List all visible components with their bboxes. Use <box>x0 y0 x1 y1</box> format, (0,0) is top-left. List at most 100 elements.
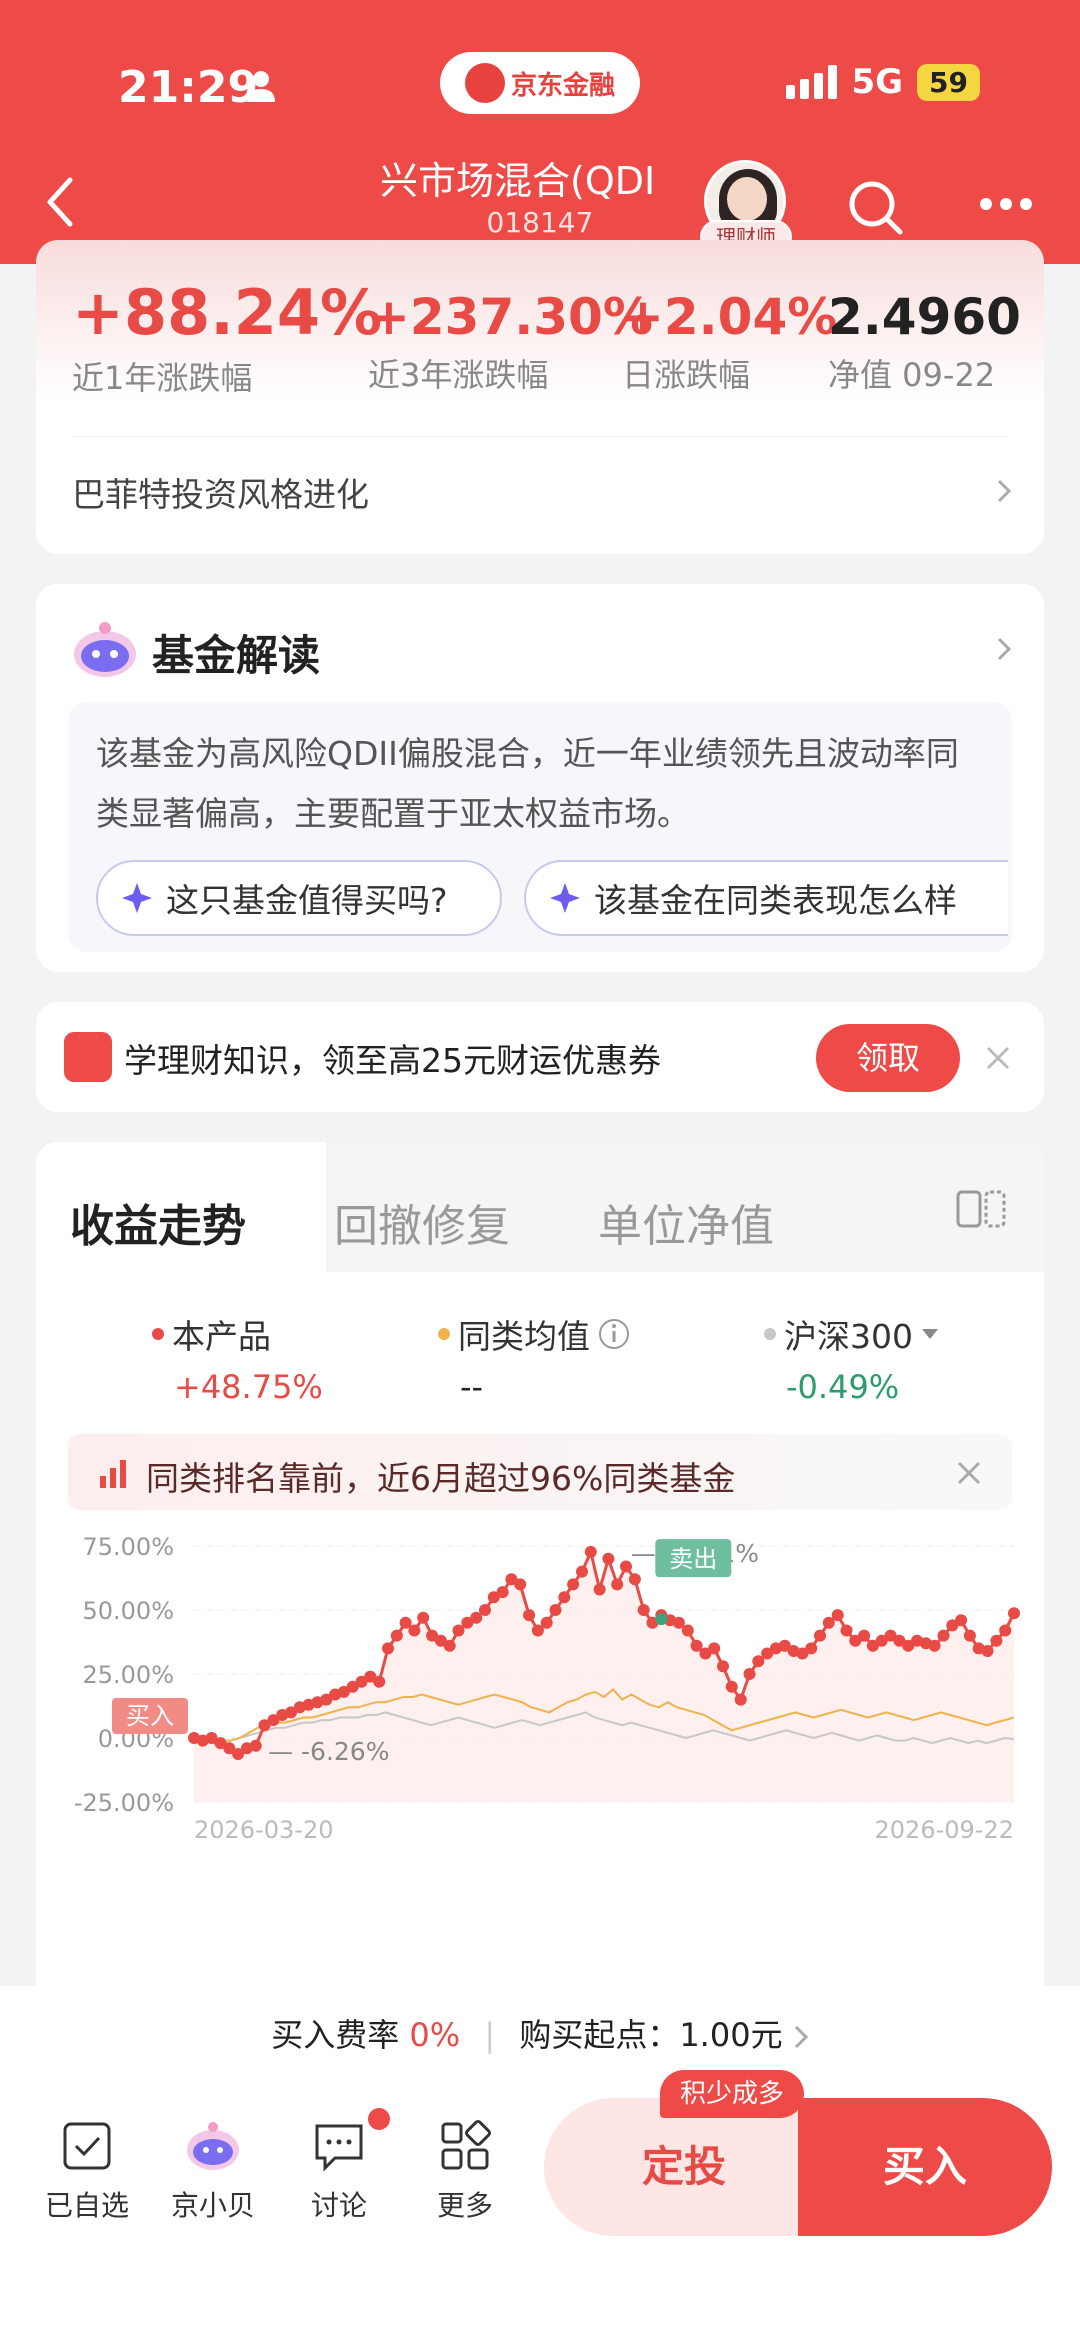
fee-row[interactable]: 买入费率 0% | 购买起点：1.00元 <box>0 2010 1080 2056</box>
investment-style-row[interactable]: 巴菲特投资风格进化 <box>72 468 1008 516</box>
data-point <box>611 1578 624 1591</box>
fund-code: 018147 <box>486 206 594 239</box>
brand-name: 京东金融 <box>510 70 615 101</box>
bottom-bar: 买入费率 0% | 购买起点：1.00元 已自选 京小贝 讨论 更多 定投 买入… <box>0 1986 1080 2348</box>
chevron-right-icon[interactable] <box>994 634 1014 664</box>
tab-drawdown-repair[interactable]: 回撤修复 <box>334 1190 510 1254</box>
data-point <box>928 1639 941 1652</box>
dropdown-icon[interactable] <box>921 1327 939 1341</box>
legend-dot <box>152 1328 164 1340</box>
fee-label: 买入费率 <box>271 2016 400 2054</box>
checkbox-icon <box>63 2122 111 2170</box>
fixed-investment-badge: 积少成多 <box>660 2070 805 2118</box>
legend-value: -0.49% <box>786 1368 900 1406</box>
nav-label: 京小贝 <box>170 2189 255 2222</box>
data-point <box>725 1680 738 1693</box>
three-year-return-value: +237.30% <box>368 288 653 346</box>
home-indicator <box>392 2312 688 2322</box>
sell-marker-label: 卖出 <box>669 1545 717 1573</box>
chart-card: 收益走势 回撤修复 单位净值 本产品 +48.75% 同类均值 -- 沪深300… <box>36 1142 1044 2022</box>
y-tick-label: -25.00% <box>74 1789 174 1817</box>
data-point <box>717 1660 729 1673</box>
data-point <box>743 1668 756 1680</box>
stat-year-return: +88.24% 近1年涨跌幅 <box>72 276 382 399</box>
data-point <box>831 1609 844 1622</box>
tab-unit-nav[interactable]: 单位净值 <box>598 1190 774 1254</box>
nav-discussion[interactable]: 讨论 <box>284 2118 394 2224</box>
interpret-box: 该基金为高风险QDII偏股混合，近一年业绩领先且波动率同类显著偏高，主要配置于亚… <box>68 702 1012 952</box>
promo-banner: 学理财知识，领至高25元财运优惠券 领取 <box>36 1002 1044 1112</box>
mascot-icon <box>187 2122 239 2170</box>
coupon-icon <box>64 1032 112 1082</box>
x-tick-label: 2026-09-22 <box>875 1816 1014 1844</box>
data-point <box>408 1624 421 1637</box>
data-point <box>734 1693 747 1706</box>
data-point <box>681 1624 694 1637</box>
chat-icon <box>315 2124 363 2172</box>
brand-logo: 京东金融 <box>440 52 640 114</box>
rank-text: 同类排名靠前，近6月超过96%同类基金 <box>146 1459 736 1498</box>
question-pill[interactable]: 这只基金值得买吗? <box>96 860 502 936</box>
brand-dog-icon <box>464 63 505 103</box>
legend-csi300[interactable]: 沪深300 -0.49% <box>764 1310 939 1406</box>
chevron-right-icon[interactable] <box>994 476 1014 506</box>
info-icon[interactable] <box>598 1318 630 1350</box>
data-point <box>249 1739 262 1752</box>
expand-icon[interactable] <box>956 1188 1006 1230</box>
data-point <box>937 1629 950 1642</box>
nav-label: 讨论 <box>310 2189 367 2222</box>
interpret-title: 基金解读 <box>152 631 321 680</box>
data-point <box>805 1642 818 1655</box>
data-point <box>814 1629 826 1642</box>
nav-assistant[interactable]: 京小贝 <box>158 2118 268 2224</box>
return-chart[interactable]: 75.00%50.00%25.00%0.00%-25.00%2026-03-20… <box>36 1522 1044 2022</box>
fixed-investment-button[interactable]: 定投 <box>544 2098 824 2236</box>
legend-this-fund[interactable]: 本产品 +48.75% <box>152 1310 323 1406</box>
data-point <box>708 1642 721 1655</box>
more-icon[interactable] <box>978 196 1034 212</box>
fund-interpret-card: 基金解读 该基金为高风险QDII偏股混合，近一年业绩领先且波动率同类显著偏高，主… <box>36 584 1044 972</box>
stat-daily-change: +2.04% 日涨跌幅 <box>622 288 837 396</box>
data-point <box>523 1609 536 1622</box>
data-point <box>628 1573 641 1586</box>
search-icon[interactable] <box>846 178 906 238</box>
data-point <box>1008 1607 1020 1620</box>
legend-peer-average[interactable]: 同类均值 -- <box>438 1310 630 1406</box>
status-indicators: 5G 59 <box>786 62 980 102</box>
nav-more[interactable]: 更多 <box>410 2118 520 2224</box>
y-tick-label: 75.00% <box>82 1533 174 1561</box>
close-icon[interactable] <box>956 1460 982 1486</box>
claim-button[interactable]: 领取 <box>816 1024 960 1092</box>
min-purchase: 购买起点：1.00元 <box>519 2016 783 2054</box>
nav-value: 2.4960 <box>828 288 1021 346</box>
tab-return-trend[interactable]: 收益走势 <box>70 1190 246 1254</box>
data-point <box>593 1583 606 1596</box>
legend-name: 沪深300 <box>784 1317 913 1356</box>
chevron-right-icon <box>794 2025 808 2049</box>
data-point <box>963 1629 976 1642</box>
legend-name: 本产品 <box>172 1317 271 1356</box>
network-type: 5G <box>851 62 904 102</box>
rank-banner: 同类排名靠前，近6月超过96%同类基金 <box>68 1434 1012 1510</box>
interpret-text: 该基金为高风险QDII偏股混合，近一年业绩领先且波动率同类显著偏高，主要配置于亚… <box>96 734 959 833</box>
data-point <box>955 1614 968 1627</box>
year-return-label: 近1年涨跌幅 <box>72 359 253 397</box>
x-tick-label: 2026-03-20 <box>194 1816 333 1844</box>
min-label: — -6.26% <box>268 1737 389 1766</box>
question-pill[interactable]: 该基金在同类表现怎么样 <box>524 860 1008 936</box>
data-point <box>514 1578 527 1591</box>
notification-dot <box>368 2108 390 2130</box>
nav-label: 已自选 <box>44 2189 129 2222</box>
data-point <box>443 1639 456 1652</box>
data-point <box>549 1604 562 1616</box>
buy-marker-label: 买入 <box>126 1702 174 1730</box>
data-point <box>602 1552 615 1565</box>
nav-watchlist[interactable]: 已自选 <box>32 2118 142 2224</box>
close-icon[interactable] <box>984 1044 1012 1072</box>
signal-icon <box>786 65 838 99</box>
fund-stats-card: +88.24% 近1年涨跌幅 +237.30% 近3年涨跌幅 +2.04% 日涨… <box>36 240 1044 554</box>
data-point <box>479 1604 491 1616</box>
buy-button[interactable]: 买入 <box>798 2098 1052 2236</box>
grid-icon <box>441 2120 491 2170</box>
promo-text: 学理财知识，领至高25元财运优惠券 <box>124 1041 661 1080</box>
